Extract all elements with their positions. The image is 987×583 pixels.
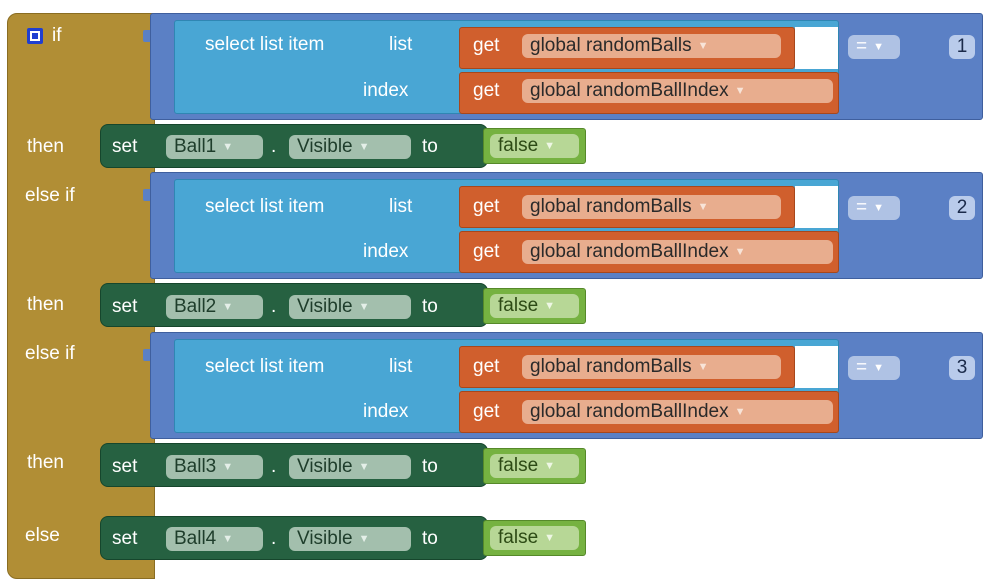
list-label-2: list: [389, 196, 413, 217]
else-if-label-1: else if: [25, 185, 75, 206]
chevron-down-icon: ▼: [873, 362, 884, 374]
chevron-down-icon: ▼: [358, 533, 370, 545]
property-dropdown-1[interactable]: Visible ▼: [289, 135, 411, 159]
list-var-dropdown-2[interactable]: global randomBalls ▼: [522, 195, 781, 219]
chevron-down-icon: ▼: [222, 461, 234, 473]
get-label-1b: get: [473, 80, 500, 101]
chevron-down-icon: ▼: [544, 460, 556, 472]
get-label-1a: get: [473, 35, 500, 56]
chevron-down-icon: ▼: [734, 246, 746, 258]
component-dropdown-2[interactable]: Ball2 ▼: [166, 295, 263, 319]
index-var-dropdown-1[interactable]: global randomBallIndex ▼: [522, 79, 833, 103]
number-field-3[interactable]: 3: [949, 356, 975, 380]
mutator-checkbox-icon[interactable]: [27, 28, 43, 44]
empty-socket-2: [795, 186, 838, 228]
empty-socket-1: [795, 27, 838, 69]
get-label-3b: get: [473, 401, 500, 422]
index-label-1: index: [363, 80, 409, 101]
chevron-down-icon: ▼: [734, 85, 746, 97]
chevron-down-icon: ▼: [358, 461, 370, 473]
dot-label-3: .: [271, 456, 277, 477]
list-label-1: list: [389, 34, 413, 55]
chevron-down-icon: ▼: [544, 532, 556, 544]
compare-plug-1: [143, 30, 150, 42]
boolean-dropdown-4[interactable]: false ▼: [490, 526, 579, 550]
list-var-dropdown-3[interactable]: global randomBalls ▼: [522, 355, 781, 379]
chevron-down-icon: ▼: [697, 361, 709, 373]
chevron-down-icon: ▼: [358, 301, 370, 313]
select-list-label-2: select list item: [205, 196, 325, 217]
list-var-dropdown-1[interactable]: global randomBalls ▼: [522, 34, 781, 58]
index-var-dropdown-3[interactable]: global randomBallIndex ▼: [522, 400, 833, 424]
then-label-1: then: [27, 136, 64, 157]
select-list-label-1: select list item: [205, 34, 325, 55]
component-dropdown-4[interactable]: Ball4 ▼: [166, 527, 263, 551]
list-label-3: list: [389, 356, 413, 377]
component-dropdown-3[interactable]: Ball3 ▼: [166, 455, 263, 479]
chevron-down-icon: ▼: [544, 140, 556, 152]
operator-dropdown-3[interactable]: = ▼: [848, 356, 900, 380]
empty-socket-3: [795, 346, 838, 388]
if-label: if: [52, 25, 62, 46]
then-label-2: then: [27, 294, 64, 315]
chevron-down-icon: ▼: [222, 301, 234, 313]
chevron-down-icon: ▼: [873, 202, 884, 214]
chevron-down-icon: ▼: [697, 40, 709, 52]
to-label-1: to: [422, 136, 438, 157]
chevron-down-icon: ▼: [222, 141, 234, 153]
to-label-4: to: [422, 528, 438, 549]
index-label-2: index: [363, 241, 409, 262]
operator-dropdown-2[interactable]: = ▼: [848, 196, 900, 220]
component-dropdown-1[interactable]: Ball1 ▼: [166, 135, 263, 159]
get-label-3a: get: [473, 356, 500, 377]
set-label-4: set: [112, 528, 138, 549]
dot-label-1: .: [271, 136, 277, 157]
index-var-dropdown-2[interactable]: global randomBallIndex ▼: [522, 240, 833, 264]
then-label-3: then: [27, 452, 64, 473]
operator-dropdown-1[interactable]: = ▼: [848, 35, 900, 59]
chevron-down-icon: ▼: [222, 533, 234, 545]
select-list-label-3: select list item: [205, 356, 325, 377]
compare-plug-2: [143, 189, 150, 201]
to-label-2: to: [422, 296, 438, 317]
dot-label-4: .: [271, 528, 277, 549]
property-dropdown-2[interactable]: Visible ▼: [289, 295, 411, 319]
number-field-1[interactable]: 1: [949, 35, 975, 59]
boolean-dropdown-1[interactable]: false ▼: [490, 134, 579, 158]
get-label-2a: get: [473, 196, 500, 217]
boolean-dropdown-2[interactable]: false ▼: [490, 294, 579, 318]
index-label-3: index: [363, 401, 409, 422]
set-label-3: set: [112, 456, 138, 477]
chevron-down-icon: ▼: [544, 300, 556, 312]
set-label-2: set: [112, 296, 138, 317]
chevron-down-icon: ▼: [873, 41, 884, 53]
chevron-down-icon: ▼: [697, 201, 709, 213]
else-if-label-2: else if: [25, 343, 75, 364]
get-label-2b: get: [473, 241, 500, 262]
property-dropdown-3[interactable]: Visible ▼: [289, 455, 411, 479]
compare-plug-3: [143, 349, 150, 361]
boolean-dropdown-3[interactable]: false ▼: [490, 454, 579, 478]
else-label: else: [25, 525, 60, 546]
number-field-2[interactable]: 2: [949, 196, 975, 220]
chevron-down-icon: ▼: [734, 406, 746, 418]
set-label-1: set: [112, 136, 138, 157]
property-dropdown-4[interactable]: Visible ▼: [289, 527, 411, 551]
to-label-3: to: [422, 456, 438, 477]
dot-label-2: .: [271, 296, 277, 317]
chevron-down-icon: ▼: [358, 141, 370, 153]
